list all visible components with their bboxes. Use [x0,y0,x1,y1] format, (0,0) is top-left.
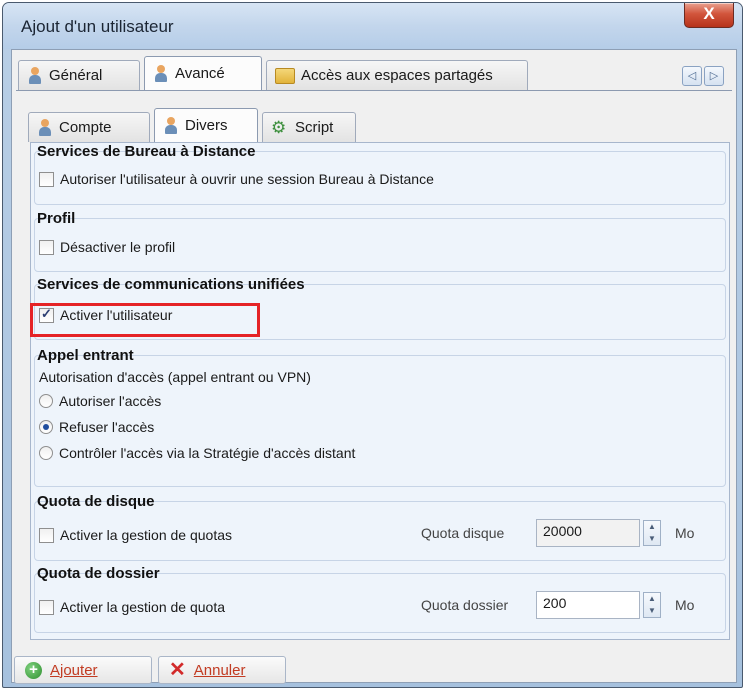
quota-disque-unit: Mo [675,525,695,541]
divers-panel: Services de Bureau à Distance Autoriser … [30,142,730,640]
group-title-quota-dossier: Quota de dossier [37,565,160,582]
tab-scroll-left-icon[interactable]: ◁ [682,66,702,86]
tab-avance[interactable]: Avancé [144,56,262,90]
user-icon [27,66,43,85]
rds-checkbox-label: Autoriser l'utilisateur à ouvrir une ses… [60,171,434,187]
group-title-appel: Appel entrant [37,347,134,364]
refuser-radio[interactable] [39,420,53,434]
tab-avance-label: Avancé [175,65,225,82]
tab-general-label: Général [49,67,103,84]
cancel-button-label: Annuler [193,661,246,679]
gear-icon: ⚙ [271,117,287,137]
tab-scroll-right-icon[interactable]: ▷ [704,66,724,86]
profil-checkbox[interactable] [39,239,54,255]
subtab-script[interactable]: ⚙ Script [262,112,356,142]
folder-icon [275,67,295,84]
subtab-compte-label: Compte [59,119,112,136]
refuser-radio-label: Refuser l'accès [59,419,155,435]
tab-acces-label: Accès aux espaces partagés [301,67,493,84]
close-button[interactable]: X [684,3,734,28]
subtab-divers-label: Divers [185,117,228,134]
autoriser-radio-label: Autoriser l'accès [59,393,162,409]
quota-dossier-checkbox[interactable] [39,599,54,615]
dialog-window: Ajout d'un utilisateur X Général Avancé … [2,2,743,688]
user-icon [37,118,53,137]
subtab-script-label: Script [295,119,334,136]
quota-disque-stepper-icon[interactable]: ▲ ▼ [643,520,661,546]
subtab-compte[interactable]: Compte [28,112,150,142]
quota-dossier-checkbox-label: Activer la gestion de quota [60,599,225,615]
profil-checkbox-label: Désactiver le profil [60,239,176,255]
cancel-button[interactable]: ✕ Annuler [158,656,286,684]
add-icon: + [25,661,42,679]
radio-row-autoriser[interactable]: Autoriser l'accès [39,393,161,409]
user-icon [153,64,169,83]
quota-disque-checkbox[interactable] [39,527,54,543]
add-button-label: Ajouter [50,661,98,679]
group-title-profil: Profil [37,210,76,227]
main-tab-row: Général Avancé Accès aux espaces partagé… [12,56,736,90]
controler-radio-label: Contrôler l'accès via la Stratégie d'acc… [59,445,356,461]
group-title-quota-disque: Quota de disque [37,493,155,510]
quota-dossier-unit: Mo [675,597,695,613]
radio-row-refuser[interactable]: Refuser l'accès [39,419,154,435]
checkbox-row-rds[interactable]: Autoriser l'utilisateur à ouvrir une ses… [39,171,434,187]
quota-disque-input[interactable]: 20000 [536,519,640,547]
quota-dossier-stepper-icon[interactable]: ▲ ▼ [643,592,661,618]
dialog-client-area: Général Avancé Accès aux espaces partagé… [11,49,737,684]
checkbox-row-quota-disque[interactable]: Activer la gestion de quotas [39,527,232,543]
tab-scroll-buttons: ◁ ▷ [682,66,726,88]
checkbox-row-profil[interactable]: Désactiver le profil [39,239,175,255]
title-bar: Ajout d'un utilisateur X [3,3,742,49]
tab-acces-espaces-partages[interactable]: Accès aux espaces partagés [266,60,528,90]
window-title: Ajout d'un utilisateur [21,17,174,36]
group-title-rds: Services de Bureau à Distance [37,143,256,160]
subtab-divers[interactable]: Divers [154,108,258,142]
radio-row-controler[interactable]: Contrôler l'accès via la Stratégie d'acc… [39,445,355,461]
quota-dossier-input[interactable]: 200 [536,591,640,619]
highlight-annotation [30,303,260,337]
quota-disque-field-label: Quota disque [421,525,505,541]
controler-radio[interactable] [39,446,53,460]
sub-tab-row: Compte Divers ⚙ Script [12,108,736,142]
autoriser-radio[interactable] [39,394,53,408]
close-icon: ✕ [169,659,186,681]
group-title-ucs: Services de communications unifiées [37,276,305,293]
appel-subtitle: Autorisation d'accès (appel entrant ou V… [39,369,311,385]
tab-divider [16,90,732,91]
user-icon [163,116,179,135]
add-button[interactable]: + Ajouter [14,656,152,684]
quota-dossier-field-label: Quota dossier [421,597,509,613]
quota-disque-checkbox-label: Activer la gestion de quotas [60,527,232,543]
tab-general[interactable]: Général [18,60,140,90]
checkbox-row-quota-dossier[interactable]: Activer la gestion de quota [39,599,225,615]
rds-checkbox[interactable] [39,171,54,187]
